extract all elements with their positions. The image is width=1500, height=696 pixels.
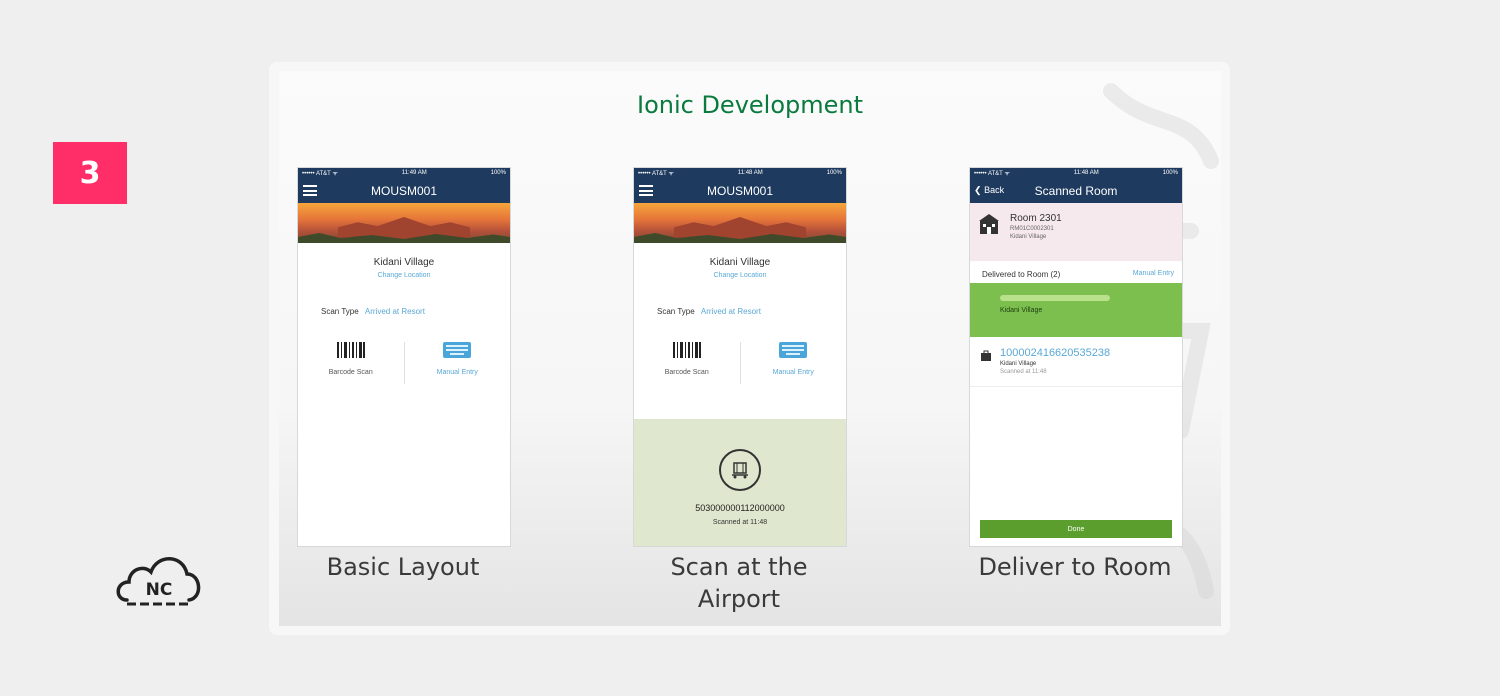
manual-entry-button[interactable]: Manual Entry — [403, 342, 511, 384]
room-location: Kidani Village — [1010, 234, 1047, 240]
manual-entry-label: Manual Entry — [772, 369, 814, 376]
item-location: Kidani Village — [1000, 361, 1037, 367]
location-name: Kidani Village — [709, 257, 771, 268]
clock: 11:49 AM — [401, 170, 427, 176]
chevron-left-icon: ❮ — [974, 185, 982, 195]
manual-entry-label: Manual Entry — [436, 369, 478, 376]
barcode-scan-label: Barcode Scan — [328, 369, 373, 376]
redacted-code — [1000, 295, 1110, 301]
barcode-scan-button[interactable]: Barcode Scan — [634, 342, 740, 384]
phone-deliver-room: •••••• AT&T ᯤ 11:48 AM 100% ❮ Back Scann… — [969, 167, 1183, 547]
scan-type-value[interactable]: Arrived at Resort — [365, 307, 425, 316]
caption-line-1: Scan at the — [670, 553, 808, 581]
resort-banner-image — [634, 203, 846, 243]
room-header: Room 2301 RM01C0002301 Kidani Village — [970, 203, 1182, 261]
location-name: Kidani Village — [373, 257, 435, 268]
scan-type-value[interactable]: Arrived at Resort — [701, 307, 761, 316]
caption-basic-layout: Basic Layout — [326, 553, 480, 581]
done-button[interactable]: Done — [980, 520, 1172, 538]
room-title: Room 2301 — [1010, 213, 1062, 224]
barcode-icon — [336, 342, 365, 358]
scanned-code: 503000000112000000 — [695, 503, 785, 513]
manual-entry-button[interactable]: Manual Entry — [739, 342, 847, 384]
luggage-icon — [981, 350, 991, 361]
status-bar: •••••• AT&T ᯤ 11:48 AM 100% — [634, 168, 846, 178]
hamburger-menu-icon[interactable] — [639, 185, 653, 196]
change-location-link[interactable]: Change Location — [298, 272, 510, 279]
keyboard-icon — [443, 342, 472, 358]
keyboard-icon — [779, 342, 808, 358]
status-bar: •••••• AT&T ᯤ 11:49 AM 100% — [298, 168, 510, 178]
nav-title: MOUSM001 — [706, 183, 774, 198]
scan-type-row[interactable]: Scan Type Arrived at Resort — [321, 307, 510, 316]
barcode-scan-button[interactable]: Barcode Scan — [298, 342, 404, 384]
scan-type-label: Scan Type — [657, 307, 695, 316]
slide: Ionic Development •••••• AT&T ᯤ 11:49 AM… — [279, 71, 1221, 626]
battery: 100% — [1162, 170, 1178, 176]
carrier: •••••• AT&T ᯤ — [638, 171, 674, 177]
battery: 100% — [490, 170, 506, 176]
scan-result-panel: 503000000112000000 Scanned at 11:48 — [634, 419, 846, 546]
phone-scan-airport: •••••• AT&T ᯤ 11:48 AM 100% MOUSM001 Kid… — [633, 167, 847, 547]
slide-title: Ionic Development — [636, 91, 864, 119]
nav-title: MOUSM001 — [370, 183, 438, 198]
clock: 11:48 AM — [737, 170, 763, 176]
luggage-cart-icon — [719, 449, 761, 491]
item-location: Kidani Village — [1000, 307, 1043, 314]
status-bar: •••••• AT&T ᯤ 11:48 AM 100% — [970, 168, 1182, 178]
carrier: •••••• AT&T ᯤ — [974, 171, 1010, 177]
nav-bar: MOUSM001 — [298, 178, 510, 203]
scan-type-label: Scan Type — [321, 307, 359, 316]
nc-cloud-logo: NC — [116, 557, 201, 606]
caption-line-2: Airport — [697, 585, 781, 613]
manual-entry-link[interactable]: Manual Entry — [1133, 270, 1174, 283]
caption-scan-airport: Scan at the Airport — [619, 551, 859, 615]
barcode-scan-label: Barcode Scan — [664, 369, 709, 376]
list-item-highlighted[interactable]: Kidani Village — [970, 283, 1182, 337]
scan-type-row[interactable]: Scan Type Arrived at Resort — [657, 307, 846, 316]
scanned-time: Scanned at 11:48 — [712, 519, 768, 526]
delivered-header: Delivered to Room (2) Manual Entry — [970, 261, 1182, 283]
logo-text: NC — [146, 580, 173, 600]
item-code: 100002416620535238 — [1000, 347, 1111, 359]
hamburger-menu-icon[interactable] — [303, 185, 317, 196]
back-label: Back — [984, 185, 1005, 195]
item-time: Scanned at 11:48 — [1000, 369, 1047, 375]
room-code: RM01C0002301 — [1010, 226, 1054, 232]
nav-bar: ❮ Back Scanned Room — [970, 178, 1182, 203]
school-building-icon — [979, 214, 999, 234]
list-item[interactable]: 100002416620535238 Kidani Village Scanne… — [970, 337, 1182, 387]
carrier: •••••• AT&T ᯤ — [302, 171, 338, 177]
barcode-icon — [672, 342, 701, 358]
phone-basic-layout: •••••• AT&T ᯤ 11:49 AM 100% MOUSM001 Kid… — [297, 167, 511, 547]
scan-actions: Barcode Scan Manual Entry — [634, 342, 846, 384]
resort-banner-image — [298, 203, 510, 243]
scan-actions: Barcode Scan Manual Entry — [298, 342, 510, 384]
back-button[interactable]: ❮ Back — [974, 185, 1004, 196]
delivered-label: Delivered to Room (2) — [982, 270, 1061, 279]
slide-number-badge: 3 — [53, 142, 127, 204]
caption-deliver-room: Deliver to Room — [978, 553, 1172, 581]
nav-bar: MOUSM001 — [634, 178, 846, 203]
clock: 11:48 AM — [1073, 170, 1099, 176]
nav-title: Scanned Room — [1034, 183, 1118, 198]
change-location-link[interactable]: Change Location — [634, 272, 846, 279]
battery: 100% — [826, 170, 842, 176]
